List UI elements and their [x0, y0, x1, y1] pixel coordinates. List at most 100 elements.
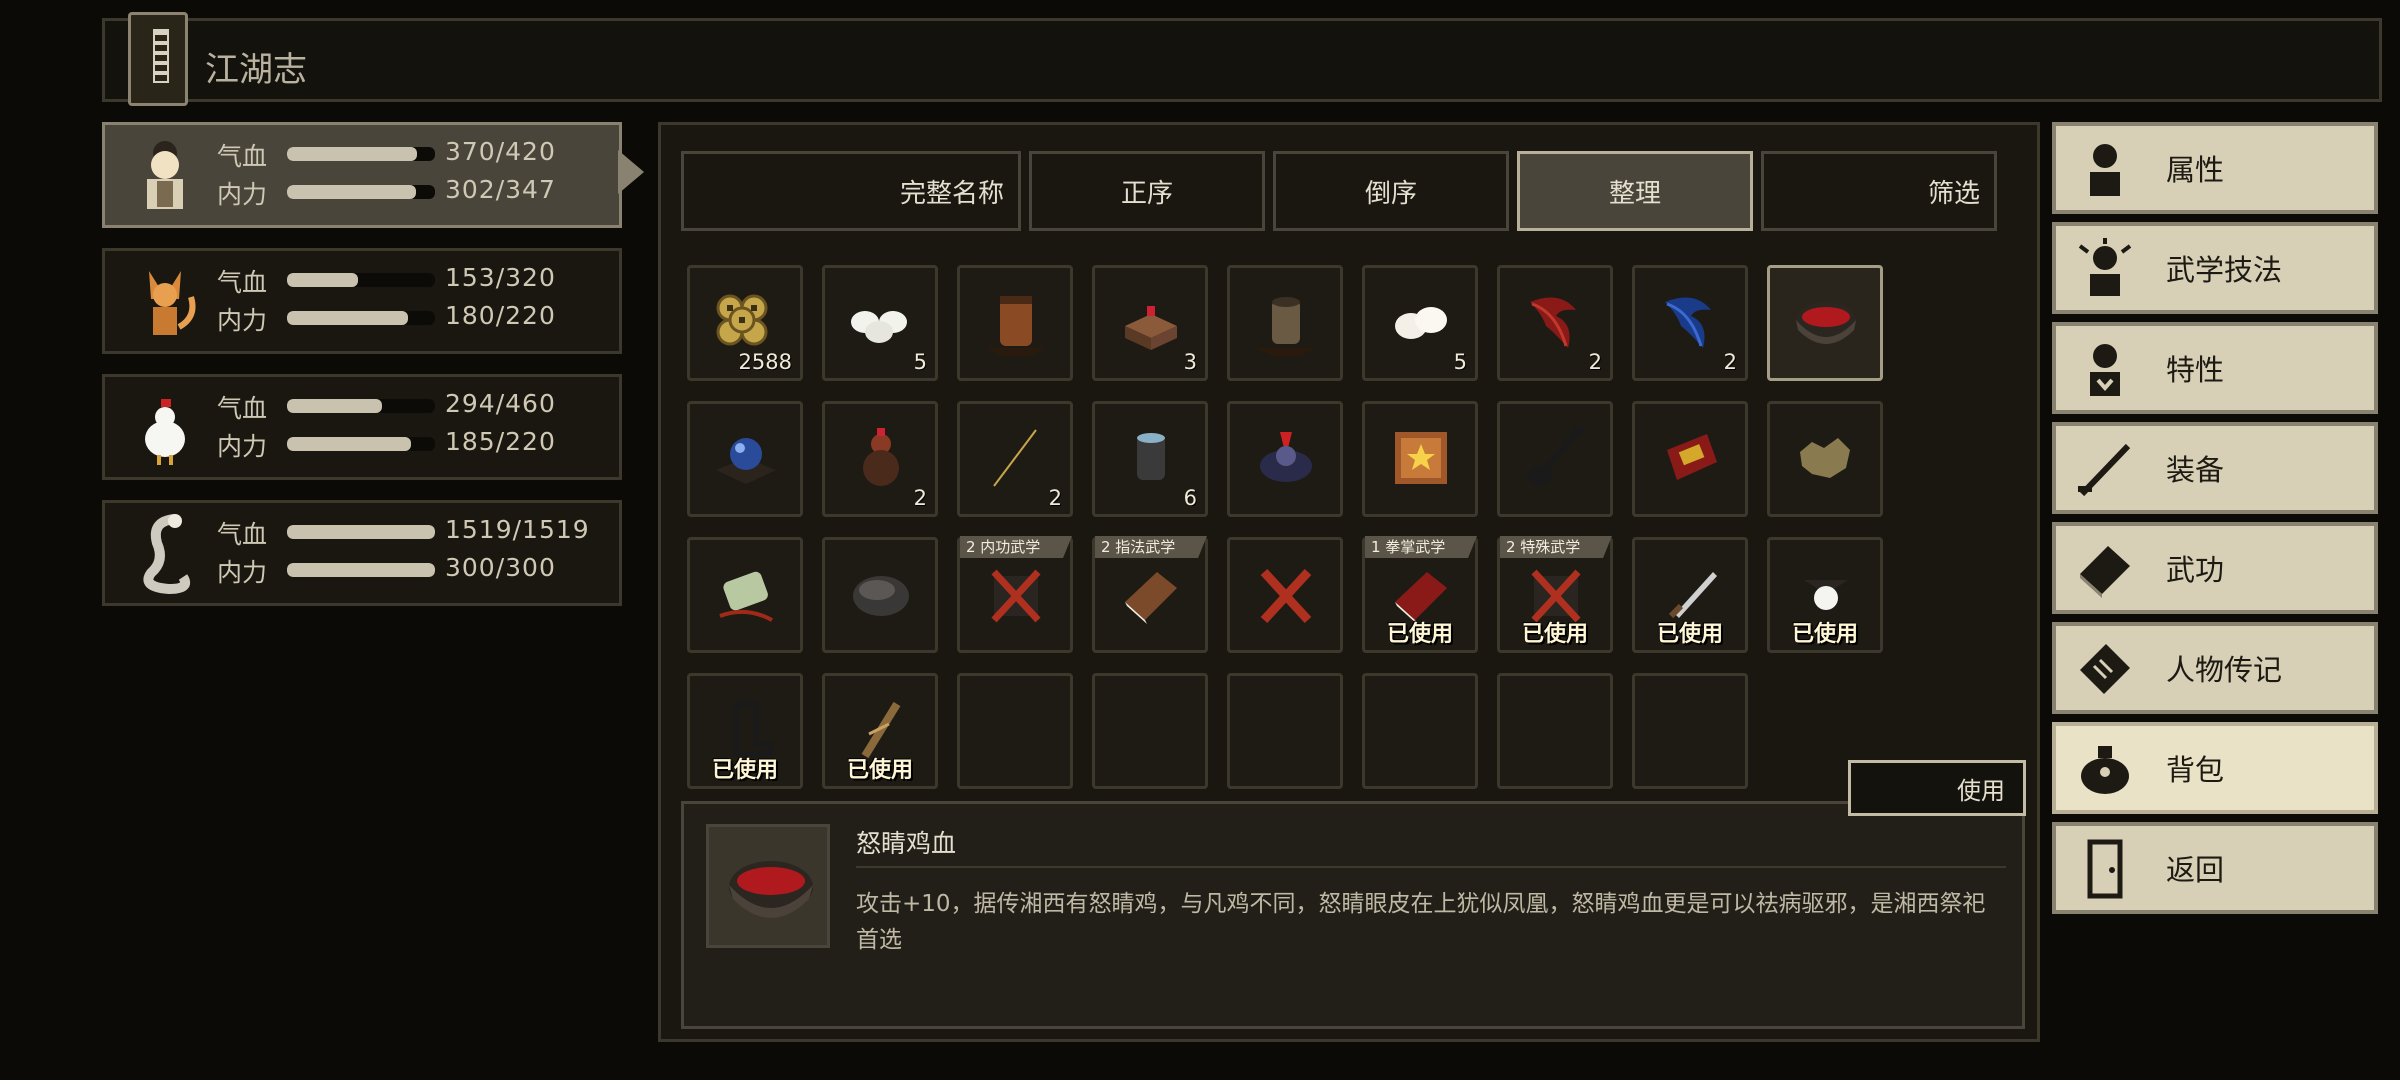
mp-label: 内力 [217, 306, 268, 335]
fox-portrait [121, 257, 209, 345]
inventory-slot[interactable]: 2 指法武学 [1092, 536, 1208, 653]
mp-value: 185/220 [445, 427, 556, 456]
attributes-icon [2072, 136, 2138, 202]
menu-button[interactable]: 属性 [2052, 122, 2378, 214]
inventory-slot[interactable]: 已使用 [822, 673, 938, 789]
inventory-slot[interactable] [1767, 401, 1883, 517]
mp-label: 内力 [217, 180, 268, 209]
menu-button[interactable]: 人物传记 [2052, 622, 2378, 714]
party-member-card[interactable]: 气血 294/460 内力 185/220 [102, 374, 622, 480]
box-icon [1115, 286, 1187, 358]
bag-icon [2072, 736, 2138, 802]
empty-inventory-slot[interactable] [1362, 673, 1478, 789]
item-detail-panel: 怒睛鸡血 攻击+10，据传湘西有怒睛鸡，与凡鸡不同，怒睛眼皮在上犹似凤凰，怒睛鸡… [681, 801, 2025, 1029]
use-button[interactable]: 使用 [1848, 760, 2026, 816]
inventory-slot[interactable] [1497, 401, 1613, 517]
wine-jar-icon [980, 286, 1052, 358]
coins-icon [710, 286, 782, 358]
empty-inventory-slot[interactable] [1632, 673, 1748, 789]
inventory-slot[interactable]: 已使用 [1632, 537, 1748, 653]
menu-button-label: 返回 [2166, 853, 2225, 887]
party-member-card[interactable]: 气血 153/320 内力 180/220 [102, 248, 622, 354]
inventory-slot[interactable]: 5 [1362, 265, 1478, 381]
snake-portrait [121, 509, 209, 597]
inventory-slot[interactable] [1767, 265, 1883, 381]
empty-inventory-slot[interactable] [1227, 673, 1343, 789]
party-member-card[interactable]: 气血 370/420 内力 302/347 [102, 122, 622, 228]
inventory-slot[interactable] [1632, 401, 1748, 517]
mp-bar [287, 563, 435, 577]
stone-icon [845, 558, 917, 630]
inventory-slot[interactable]: 2 [822, 401, 938, 517]
inventory-slot[interactable] [1227, 537, 1343, 653]
inventory-slot[interactable]: 1 拳掌武学 已使用 [1362, 536, 1478, 653]
filter-button[interactable]: 筛选 [1761, 151, 1997, 231]
item-count: 2588 [738, 350, 792, 374]
menu-button-label: 背包 [2166, 753, 2225, 787]
inventory-slot[interactable]: 6 [1092, 401, 1208, 517]
empty-inventory-slot[interactable] [1497, 673, 1613, 789]
detail-blood-bowl-icon [706, 824, 830, 948]
menu-button[interactable]: 武功 [2052, 522, 2378, 614]
empty-inventory-slot[interactable] [957, 673, 1073, 789]
inventory-slot[interactable] [957, 265, 1073, 381]
menu-button[interactable]: 返回 [2052, 822, 2378, 914]
hp-label: 气血 [217, 520, 268, 549]
item-count: 2 [913, 486, 927, 510]
equipment-icon [2072, 436, 2138, 502]
inventory-slot[interactable]: 已使用 [687, 673, 803, 789]
menu-button-label: 武学技法 [2166, 253, 2283, 287]
rice-balls-icon [845, 286, 917, 358]
return-door-icon [2072, 836, 2138, 902]
full-name-toggle[interactable]: 完整名称 [681, 151, 1021, 231]
skill-tag: 2 内功武学 [960, 536, 1072, 558]
detail-item-description: 攻击+10，据传湘西有怒睛鸡，与凡鸡不同，怒睛眼皮在上犹似凤凰，怒睛鸡血更是可以… [856, 891, 1986, 953]
skill-tag: 2 特殊武学 [1500, 536, 1612, 558]
inventory-slot[interactable]: 2588 [687, 265, 803, 381]
inventory-slot[interactable] [822, 537, 938, 653]
inventory-slot[interactable]: 5 [822, 265, 938, 381]
item-count: 2 [1588, 350, 1602, 374]
detail-item-name: 怒睛鸡血 [856, 829, 957, 858]
inventory-slot[interactable]: 2 内功武学 [957, 536, 1073, 653]
inventory-slot[interactable]: 2 [957, 401, 1073, 517]
item-count: 5 [1453, 350, 1467, 374]
menu-button-label: 武功 [2166, 553, 2225, 587]
inventory-slot[interactable]: 2 [1632, 265, 1748, 381]
empty-inventory-slot[interactable] [1092, 673, 1208, 789]
sort-descending-button[interactable]: 倒序 [1273, 151, 1509, 231]
inventory-slot[interactable]: 2 特殊武学 已使用 [1497, 536, 1613, 653]
menu-button[interactable]: 装备 [2052, 422, 2378, 514]
inventory-slot[interactable] [687, 401, 803, 517]
rooster-item-icon [1250, 422, 1322, 494]
mp-value: 302/347 [445, 175, 556, 204]
inventory-slot[interactable] [1362, 401, 1478, 517]
menu-button[interactable]: 背包 [2052, 722, 2378, 814]
inventory-slot[interactable] [1227, 401, 1343, 517]
menu-button[interactable]: 武学技法 [2052, 222, 2378, 314]
hp-value: 1519/1519 [445, 515, 590, 544]
hp-bar [287, 273, 435, 287]
biography-icon [2072, 636, 2138, 702]
organize-button[interactable]: 整理 [1517, 151, 1753, 231]
inventory-slot[interactable] [1227, 265, 1343, 381]
inventory-slot[interactable]: 3 [1092, 265, 1208, 381]
martial-skills-icon [2072, 236, 2138, 302]
blood-bowl-icon [1790, 286, 1862, 358]
menu-button-label: 人物传记 [2166, 653, 2283, 687]
hp-bar [287, 525, 435, 539]
menu-button-label: 特性 [2166, 353, 2225, 387]
mp-value: 300/300 [445, 553, 556, 582]
inventory-slot[interactable]: 2 [1497, 265, 1613, 381]
chopsticks-icon [980, 422, 1052, 494]
mp-bar [287, 311, 435, 325]
party-member-card[interactable]: 气血 1519/1519 内力 300/300 [102, 500, 622, 606]
menu-button[interactable]: 特性 [2052, 322, 2378, 414]
menu-button-label: 属性 [2166, 153, 2225, 187]
item-count: 3 [1183, 350, 1197, 374]
inventory-slot[interactable]: 已使用 [1767, 537, 1883, 653]
sort-ascending-button[interactable]: 正序 [1029, 151, 1265, 231]
inventory-slot[interactable] [687, 537, 803, 653]
hp-bar [287, 399, 435, 413]
used-badge: 已使用 [1656, 622, 1723, 647]
